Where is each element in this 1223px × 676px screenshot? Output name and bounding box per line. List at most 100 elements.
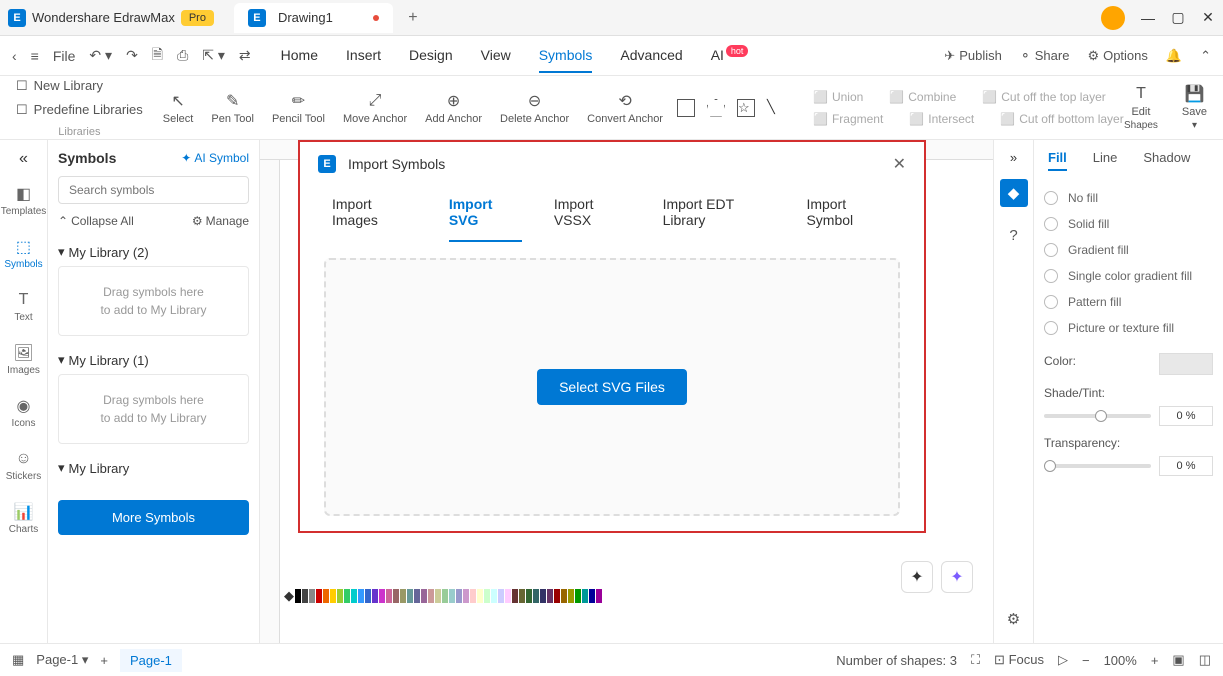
- menu-design[interactable]: Design: [409, 39, 453, 73]
- menu-home[interactable]: Home: [281, 39, 318, 73]
- star-shape[interactable]: ☆: [737, 99, 755, 117]
- library-dropzone-1[interactable]: Drag symbols here to add to My Library: [58, 266, 249, 336]
- pen-tool[interactable]: ✎Pen Tool: [211, 91, 254, 125]
- publish-button[interactable]: ✈ Publish: [944, 48, 1002, 64]
- rail-templates[interactable]: ◧Templates: [0, 180, 50, 221]
- help-icon[interactable]: ?: [1000, 221, 1028, 249]
- dialog-close-button[interactable]: ✕: [893, 154, 906, 174]
- radio-pattern-fill[interactable]: Pattern fill: [1044, 289, 1213, 315]
- radio-picture-fill[interactable]: Picture or texture fill: [1044, 315, 1213, 341]
- search-symbols-input[interactable]: [58, 176, 249, 204]
- fill-panel-icon[interactable]: ◆: [1000, 179, 1028, 207]
- shade-value[interactable]: 0 %: [1159, 406, 1213, 426]
- transparency-value[interactable]: 0 %: [1159, 456, 1213, 476]
- canvas-area[interactable]: E Import Symbols ✕ Import Images Import …: [260, 140, 993, 643]
- save-icon[interactable]: 🗎: [152, 44, 163, 68]
- menu-view[interactable]: View: [481, 39, 511, 73]
- fit-icon[interactable]: ⛶: [971, 652, 980, 668]
- cut-top-button[interactable]: ⬜ Cut off the top layer: [982, 90, 1105, 104]
- rail-icons[interactable]: ◉Icons: [8, 392, 40, 433]
- sparkle-button[interactable]: ✦: [901, 561, 933, 593]
- library-dropzone-2[interactable]: Drag symbols here to add to My Library: [58, 374, 249, 444]
- add-anchor-tool[interactable]: ⊕Add Anchor: [425, 91, 482, 125]
- expand-panel-icon[interactable]: »: [1010, 150, 1017, 165]
- share-button[interactable]: ⚬ Share: [1020, 48, 1070, 64]
- rect-shape[interactable]: [677, 99, 695, 117]
- manage-button[interactable]: ⚙ Manage: [192, 214, 249, 228]
- library-section-3[interactable]: ▾ My Library: [58, 454, 249, 482]
- tab-import-images[interactable]: Import Images: [332, 184, 417, 242]
- collapse-all-button[interactable]: ⌃ Collapse All: [58, 214, 134, 228]
- user-avatar[interactable]: [1101, 6, 1125, 30]
- shade-slider[interactable]: [1044, 414, 1151, 418]
- select-tool[interactable]: ↖Select: [163, 91, 194, 125]
- ai-sparkle-button[interactable]: ✦: [941, 561, 973, 593]
- page-dropdown[interactable]: Page-1 ▾: [36, 652, 88, 668]
- zoom-out-button[interactable]: −: [1082, 653, 1090, 668]
- radio-no-fill[interactable]: No fill: [1044, 185, 1213, 211]
- collapse-sidebar-icon[interactable]: «: [19, 150, 28, 168]
- minimize-button[interactable]: ―: [1141, 11, 1155, 25]
- fragment-button[interactable]: ⬜ Fragment: [813, 112, 883, 126]
- new-library-button[interactable]: ☐ New Library: [16, 78, 143, 94]
- pencil-tool[interactable]: ✏Pencil Tool: [272, 91, 325, 125]
- move-anchor-tool[interactable]: ⤢Move Anchor: [343, 91, 407, 125]
- rp-tab-line[interactable]: Line: [1093, 150, 1118, 171]
- view-mode-1-icon[interactable]: ▣: [1172, 652, 1184, 668]
- rail-symbols[interactable]: ⬚Symbols: [0, 233, 46, 274]
- radio-single-gradient[interactable]: Single color gradient fill: [1044, 263, 1213, 289]
- view-mode-2-icon[interactable]: ◫: [1199, 652, 1211, 668]
- back-button[interactable]: ‹: [12, 48, 17, 64]
- print-icon[interactable]: ⎙: [177, 47, 188, 64]
- add-page-button[interactable]: +: [100, 653, 108, 668]
- tab-import-svg[interactable]: Import SVG: [449, 184, 522, 242]
- more-symbols-button[interactable]: More Symbols: [58, 500, 249, 535]
- zoom-value[interactable]: 100%: [1104, 653, 1137, 668]
- delete-anchor-tool[interactable]: ⊖Delete Anchor: [500, 91, 569, 125]
- library-section-1[interactable]: ▾ My Library (2): [58, 238, 249, 266]
- line-shape[interactable]: ╲: [767, 99, 785, 117]
- menu-ai[interactable]: AIhot: [711, 39, 749, 73]
- add-tab-button[interactable]: +: [401, 6, 425, 30]
- pentagon-shape[interactable]: [707, 99, 725, 117]
- options-button[interactable]: ⚙ Options: [1087, 48, 1147, 64]
- pages-icon[interactable]: ▦: [12, 652, 24, 668]
- page-tab[interactable]: Page-1: [120, 649, 182, 672]
- rail-images[interactable]: 🖼Images: [3, 339, 44, 380]
- save-button[interactable]: 💾Save▾: [1182, 84, 1207, 131]
- close-button[interactable]: ✕: [1201, 11, 1215, 25]
- radio-gradient-fill[interactable]: Gradient fill: [1044, 237, 1213, 263]
- cut-bottom-button[interactable]: ⬜ Cut off bottom layer: [1000, 112, 1123, 126]
- tab-import-vssx[interactable]: Import VSSX: [554, 184, 631, 242]
- rail-text[interactable]: TText: [10, 286, 38, 327]
- tab-import-symbol[interactable]: Import Symbol: [806, 184, 892, 242]
- menu-insert[interactable]: Insert: [346, 39, 381, 73]
- zoom-in-button[interactable]: +: [1151, 653, 1159, 668]
- undo-button[interactable]: ↶ ▾: [89, 47, 112, 64]
- maximize-button[interactable]: ▢: [1171, 11, 1185, 25]
- more-icon[interactable]: ⇄: [239, 47, 251, 64]
- library-section-2[interactable]: ▾ My Library (1): [58, 346, 249, 374]
- rp-tab-fill[interactable]: Fill: [1048, 150, 1067, 171]
- document-tab[interactable]: E Drawing1: [234, 3, 393, 33]
- focus-button[interactable]: ⊡ Focus: [994, 652, 1044, 668]
- redo-button[interactable]: ↷: [126, 47, 138, 64]
- rail-charts[interactable]: 📊Charts: [5, 498, 42, 539]
- file-menu[interactable]: File: [53, 48, 76, 64]
- intersect-button[interactable]: ⬜ Intersect: [909, 112, 974, 126]
- collapse-ribbon-icon[interactable]: ⌃: [1200, 48, 1211, 64]
- ai-symbol-button[interactable]: ✦ AI Symbol: [181, 151, 249, 165]
- radio-solid-fill[interactable]: Solid fill: [1044, 211, 1213, 237]
- combine-button[interactable]: ⬜ Combine: [889, 90, 956, 104]
- transparency-slider[interactable]: [1044, 464, 1151, 468]
- select-svg-files-button[interactable]: Select SVG Files: [537, 369, 687, 405]
- settings-icon[interactable]: ⚙: [1000, 605, 1028, 633]
- menu-advanced[interactable]: Advanced: [620, 39, 682, 73]
- predefine-libraries-button[interactable]: ☐ Predefine Libraries: [16, 102, 143, 118]
- menu-icon[interactable]: ≡: [31, 48, 39, 64]
- color-swatch-button[interactable]: [1159, 353, 1213, 375]
- notification-icon[interactable]: 🔔: [1166, 48, 1182, 64]
- palette-icon[interactable]: ◆: [284, 588, 294, 604]
- edit-shapes-button[interactable]: TEditShapes: [1124, 84, 1158, 131]
- rp-tab-shadow[interactable]: Shadow: [1143, 150, 1190, 171]
